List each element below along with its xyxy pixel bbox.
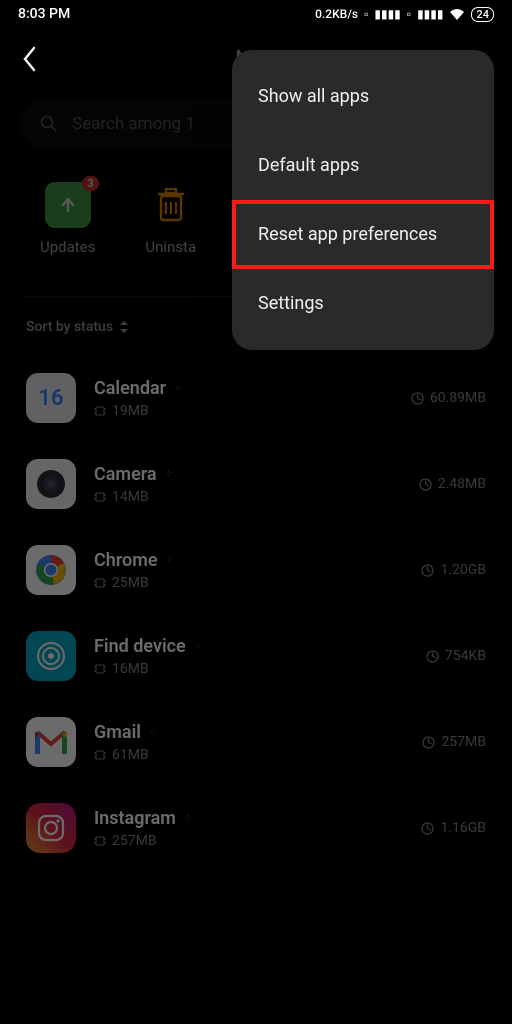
app-info: Calendar ⁘ 19MB bbox=[94, 378, 393, 419]
menu-item-reset-app-preferences[interactable]: Reset app preferences bbox=[232, 200, 494, 269]
app-info: Gmail ⁘ 61MB bbox=[94, 722, 404, 763]
app-name: Find device bbox=[94, 636, 186, 657]
app-storage: 257MB bbox=[422, 734, 486, 750]
chip-icon bbox=[94, 577, 106, 589]
app-name: Camera bbox=[94, 464, 157, 485]
storage-icon bbox=[421, 564, 434, 577]
app-list: 16Calendar⁘19MB60.89MBCamera⁘14MB2.48MBC… bbox=[0, 345, 512, 881]
trash-icon bbox=[148, 182, 194, 228]
search-icon bbox=[40, 115, 58, 133]
sim1-icon: ▫ bbox=[364, 7, 368, 21]
wifi-icon bbox=[449, 8, 465, 20]
loading-icon: ⁘ bbox=[174, 383, 183, 394]
updates-action[interactable]: 3 Updates bbox=[40, 182, 95, 256]
overflow-menu: Show all appsDefault appsReset app prefe… bbox=[232, 50, 494, 350]
app-name: Chrome bbox=[94, 550, 158, 571]
updates-icon: 3 bbox=[45, 182, 91, 228]
app-name: Gmail bbox=[94, 722, 141, 743]
storage-icon bbox=[419, 478, 432, 491]
search-placeholder: Search among 1 bbox=[72, 114, 195, 134]
status-right: 0.2KB/s ▫ ▮▮▮▮ ▫ ▮▮▮▮ 24 bbox=[315, 7, 494, 22]
app-row-chrome[interactable]: Chrome ⁘ 25MB 1.20GB bbox=[0, 527, 512, 613]
app-ram: 19MB bbox=[94, 403, 393, 419]
app-info: Camera ⁘ 14MB bbox=[94, 464, 401, 505]
app-row-find-device[interactable]: Find device ⁘ 16MB 754KB bbox=[0, 613, 512, 699]
signal2-icon: ▮▮▮▮ bbox=[417, 7, 443, 21]
app-ram: 16MB bbox=[94, 661, 408, 677]
status-time: 8:03 PM bbox=[18, 6, 70, 22]
uninstall-action[interactable]: Uninsta bbox=[145, 182, 196, 256]
menu-item-show-all-apps[interactable]: Show all apps bbox=[232, 62, 494, 131]
signal1-icon: ▮▮▮▮ bbox=[374, 7, 400, 21]
sort-label: Sort by status bbox=[26, 319, 113, 335]
app-storage: 1.20GB bbox=[421, 562, 486, 578]
loading-icon: ⁘ bbox=[165, 469, 174, 480]
app-row-camera[interactable]: Camera ⁘ 14MB 2.48MB bbox=[0, 441, 512, 527]
chip-icon bbox=[94, 835, 106, 847]
loading-icon: ⁘ bbox=[166, 555, 175, 566]
menu-item-settings[interactable]: Settings bbox=[232, 269, 494, 338]
app-storage: 1.16GB bbox=[421, 820, 486, 836]
app-name: Calendar bbox=[94, 378, 166, 399]
menu-item-default-apps[interactable]: Default apps bbox=[232, 131, 494, 200]
app-ram: 257MB bbox=[94, 833, 403, 849]
chip-icon bbox=[94, 663, 106, 675]
app-ram: 25MB bbox=[94, 575, 403, 591]
loading-icon: ⁘ bbox=[149, 727, 158, 738]
app-row-calendar[interactable]: 16Calendar⁘19MB60.89MB bbox=[0, 355, 512, 441]
status-bar: 8:03 PM 0.2KB/s ▫ ▮▮▮▮ ▫ ▮▮▮▮ 24 bbox=[0, 0, 512, 26]
battery-indicator: 24 bbox=[471, 7, 494, 22]
app-name: Instagram bbox=[94, 808, 176, 829]
storage-icon bbox=[422, 736, 435, 749]
storage-icon bbox=[411, 392, 424, 405]
chip-icon bbox=[94, 749, 106, 761]
app-info: Instagram ⁘ 257MB bbox=[94, 808, 403, 849]
loading-icon: ⁘ bbox=[184, 813, 193, 824]
updates-badge: 3 bbox=[82, 176, 98, 191]
storage-icon bbox=[421, 822, 434, 835]
app-info: Find device ⁘ 16MB bbox=[94, 636, 408, 677]
app-info: Chrome ⁘ 25MB bbox=[94, 550, 403, 591]
chip-icon bbox=[94, 491, 106, 503]
app-storage: 754KB bbox=[426, 648, 486, 664]
updates-label: Updates bbox=[40, 238, 95, 256]
storage-icon bbox=[426, 650, 439, 663]
network-speed: 0.2KB/s bbox=[315, 7, 358, 21]
app-row-instagram[interactable]: Instagram ⁘ 257MB 1.16GB bbox=[0, 785, 512, 871]
app-ram: 14MB bbox=[94, 489, 401, 505]
sim2-icon: ▫ bbox=[407, 7, 411, 21]
app-storage: 2.48MB bbox=[419, 476, 486, 492]
sort-arrows-icon bbox=[119, 321, 129, 333]
chip-icon bbox=[94, 405, 106, 417]
uninstall-label: Uninsta bbox=[145, 238, 196, 256]
app-row-gmail[interactable]: Gmail ⁘ 61MB 257MB bbox=[0, 699, 512, 785]
app-ram: 61MB bbox=[94, 747, 404, 763]
app-storage: 60.89MB bbox=[411, 390, 486, 406]
loading-icon: ⁘ bbox=[194, 641, 203, 652]
